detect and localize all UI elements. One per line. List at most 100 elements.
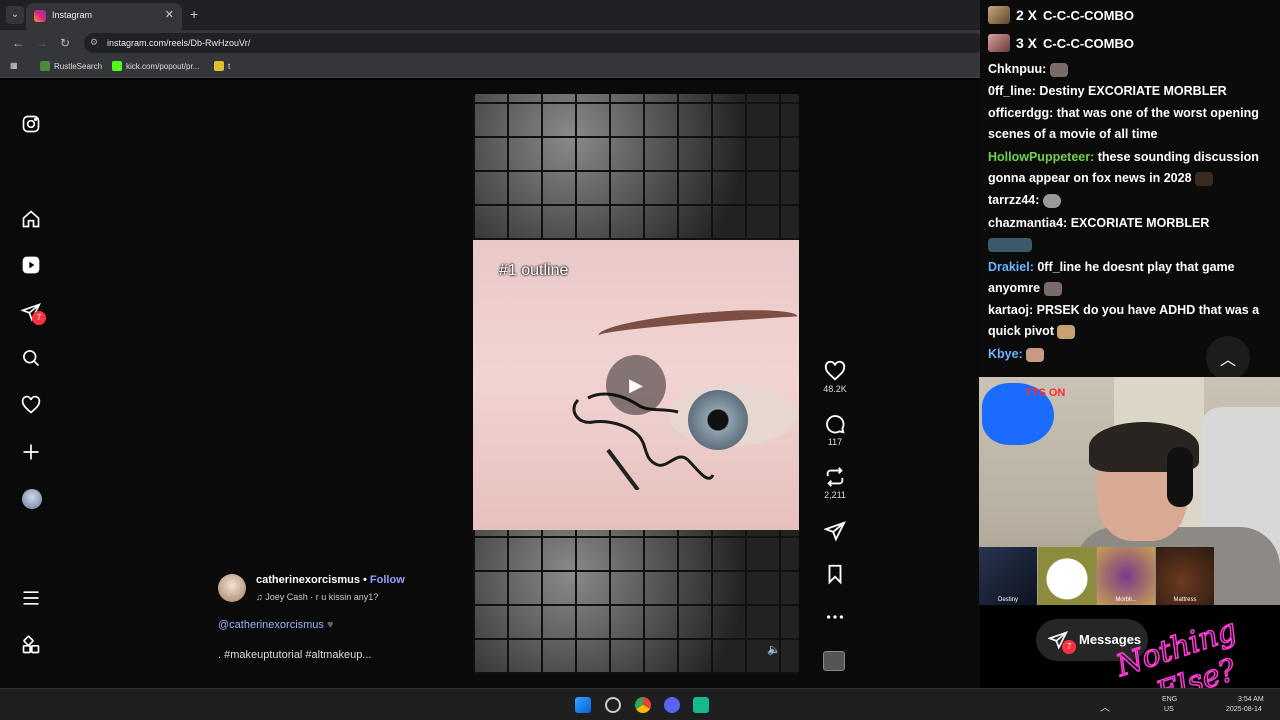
more-options[interactable]	[820, 606, 850, 628]
search-icon[interactable]	[20, 347, 42, 369]
home-icon[interactable]	[20, 208, 42, 230]
chat-username[interactable]: Kbye:	[988, 347, 1023, 361]
repost-icon[interactable]	[824, 466, 846, 488]
eyebrow	[597, 306, 799, 346]
share-action[interactable]	[820, 520, 850, 542]
tray-chevron-icon[interactable]: ︿	[1100, 699, 1110, 714]
windows-start-icon[interactable]	[575, 697, 591, 713]
chat-text: EXCORIATE MORBLER	[1070, 216, 1210, 230]
app-circle-icon[interactable]	[605, 697, 621, 713]
audio-thumbnail[interactable]	[823, 651, 845, 671]
chat-username[interactable]: officerdgg:	[988, 106, 1053, 120]
chat-emote-icon	[1195, 171, 1214, 186]
repost-count: 2,211	[824, 490, 846, 500]
share-icon[interactable]	[824, 520, 846, 542]
like-action[interactable]: 48.2K	[820, 360, 850, 394]
chat-username[interactable]: chazmantia4:	[988, 216, 1067, 230]
discord-icon[interactable]	[664, 697, 680, 713]
forward-icon[interactable]: →	[36, 36, 48, 50]
comment-action[interactable]: 117	[820, 413, 850, 447]
thumb-emote	[1038, 547, 1096, 605]
mention-text[interactable]: @catherinexorcismus	[218, 619, 324, 631]
site-info-icon[interactable]: ⚙	[90, 37, 98, 48]
tiles-background-bottom	[473, 530, 799, 674]
tiles-background-top	[473, 94, 799, 240]
headset	[1167, 447, 1193, 507]
screen: ⌄ Instagram ✕ + ← → ↻ ⚙ instagram.com/re…	[0, 0, 1280, 720]
follow-button[interactable]: Follow	[370, 574, 405, 586]
instagram-logo-icon[interactable]	[20, 113, 42, 135]
reload-icon[interactable]: ↻	[60, 36, 70, 50]
volume-icon[interactable]: 🔈	[767, 643, 781, 656]
profile-avatar[interactable]	[22, 489, 42, 509]
reel-video[interactable]: #1 outline ▶ 🔈	[473, 94, 799, 674]
description-text[interactable]: . #makeuptutorial #altmakeup...	[218, 649, 371, 661]
region-indicator: US	[1164, 706, 1174, 713]
song-title: Joey Cash · r u kissin any1?	[265, 592, 379, 602]
chat-message: chazmantia4: EXCORIATE MORBLER	[988, 213, 1273, 255]
combo-emote-icon	[988, 6, 1010, 24]
audio-app-icon[interactable]	[693, 697, 709, 713]
play-icon[interactable]: ▶	[606, 355, 666, 415]
chat-emote-icon	[1042, 193, 1061, 208]
bookmark-rustlesearch[interactable]: RustleSearch	[40, 61, 102, 71]
heart-icon[interactable]	[20, 394, 42, 416]
chat-username[interactable]: Chknpuu:	[988, 62, 1046, 76]
bookmark-icon[interactable]	[824, 563, 846, 585]
chat-username[interactable]: 0ff_line:	[988, 84, 1036, 98]
comment-icon[interactable]	[824, 413, 846, 435]
video-caption: #1 outline	[499, 262, 569, 279]
tab-search-button[interactable]: ⌄	[6, 6, 24, 24]
chat-message: Drakiel: 0ff_line he doesnt play that ga…	[988, 257, 1273, 299]
description-mention[interactable]: @catherinexorcismus ♥	[218, 619, 334, 631]
url-field[interactable]: ⚙ instagram.com/reels/Db-RwHzouVr/	[84, 33, 984, 53]
chat-username[interactable]: HollowPuppeteer:	[988, 150, 1094, 164]
chat-message: Chknpuu:	[988, 59, 1273, 80]
audio-track[interactable]: ♫ Joey Cash · r u kissin any1?	[256, 592, 378, 602]
heart-emoji-icon: ♥	[327, 619, 334, 631]
clock-time[interactable]: 3:54 AM	[1238, 696, 1264, 703]
chat-username[interactable]: kartaoj:	[988, 303, 1033, 317]
create-plus-icon[interactable]	[20, 441, 42, 463]
chat-message: officerdgg: that was one of the worst op…	[988, 103, 1273, 145]
chat-username[interactable]: tarrzz44:	[988, 193, 1039, 207]
bookmark-kick[interactable]: kick.com/popout/pr...	[112, 61, 199, 71]
chat-username[interactable]: Drakiel:	[988, 260, 1034, 274]
chat-emote-icon	[1026, 347, 1045, 362]
chrome-icon[interactable]	[635, 697, 651, 713]
thumb-mattress: Mattress	[1156, 547, 1214, 605]
chat-emote-icon	[1049, 62, 1068, 77]
bookmark-t[interactable]: t	[214, 61, 230, 71]
like-heart-icon[interactable]	[824, 360, 846, 382]
author-avatar[interactable]	[218, 574, 246, 602]
bookmark-label: kick.com/popout/pr...	[126, 61, 200, 71]
browser-tab-instagram[interactable]: Instagram ✕	[26, 3, 182, 30]
more-dots-icon[interactable]	[824, 606, 846, 628]
bookmark-label: t	[228, 61, 231, 71]
thumb-label: Mattress	[1173, 597, 1197, 603]
apps-grid-icon[interactable]: ▦	[10, 61, 18, 70]
combo-label: C-C-C-COMBO	[1043, 7, 1134, 23]
scroll-up-chevron-icon[interactable]: ︿	[1206, 336, 1250, 380]
close-tab-icon[interactable]: ✕	[165, 8, 174, 21]
messages-count-badge: 7	[1062, 640, 1076, 654]
thumb-label: Morbli...	[1115, 597, 1137, 603]
menu-hamburger-icon[interactable]	[20, 587, 42, 609]
thumb-label: Destiny	[997, 597, 1018, 603]
new-tab-button[interactable]: +	[190, 6, 198, 22]
chat-text: Destiny EXCORIATE MORBLER	[1039, 84, 1227, 98]
tts-label: TTS ON	[1025, 387, 1066, 399]
meta-apps-icon[interactable]	[20, 634, 42, 656]
clock-date: 2025-08-14	[1226, 706, 1262, 713]
instagram-favicon-icon	[34, 10, 46, 22]
windows-taskbar: ︿ ENG US 3:54 AM 2025-08-14	[0, 688, 1280, 720]
reels-icon[interactable]	[20, 254, 42, 276]
music-note-icon: ♫	[256, 592, 266, 602]
repost-action[interactable]: 2,211	[820, 466, 850, 500]
back-icon[interactable]: ←	[12, 36, 24, 50]
chat-emote-icon	[988, 237, 1032, 252]
language-indicator[interactable]: ENG	[1162, 696, 1177, 703]
chat-message: HollowPuppeteer: these sounding discussi…	[988, 147, 1273, 189]
save-action[interactable]	[820, 563, 850, 585]
author-username[interactable]: catherinexorcismus	[256, 574, 360, 586]
